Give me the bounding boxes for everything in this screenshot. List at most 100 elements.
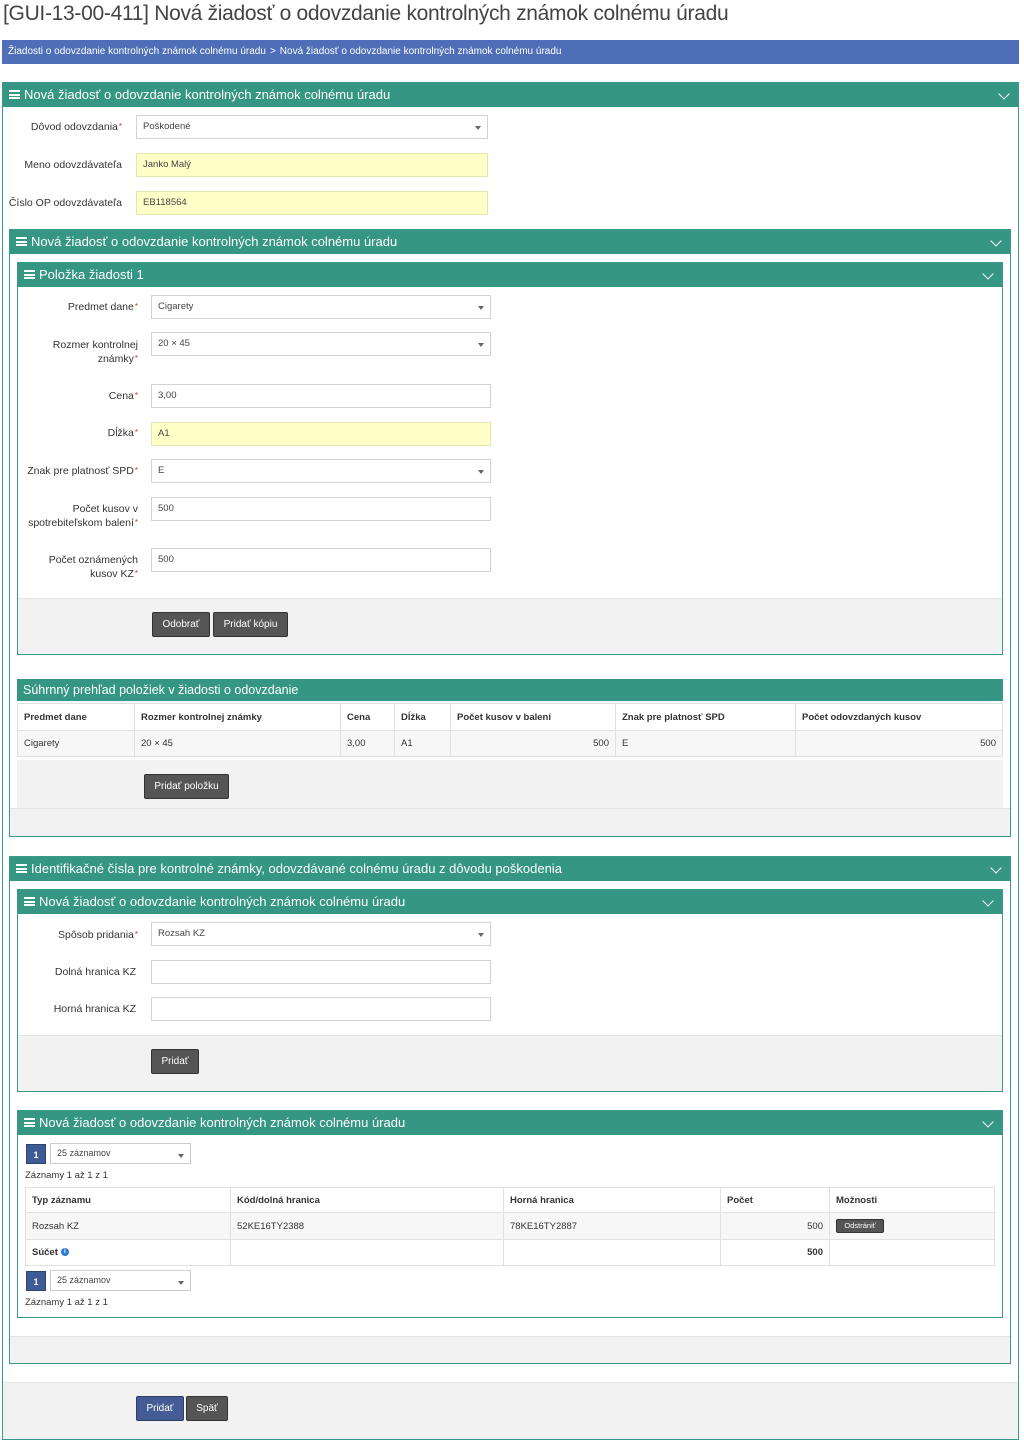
ids-cell-options: Odstrániť <box>829 1212 995 1240</box>
summary-cell: A1 <box>394 730 451 757</box>
announced-input[interactable]: 500 <box>151 548 491 572</box>
sum-value: 500 <box>720 1239 830 1266</box>
id-input[interactable]: EB118564 <box>136 191 488 215</box>
items-panel-title: Nová žiadosť o odovzdanie kontrolných zn… <box>31 234 398 249</box>
summary-col-handed: Počet odovzdaných kusov <box>795 703 1003 731</box>
add-item-button[interactable]: Pridať položku <box>144 774 229 799</box>
lower-bound-label: Dolná hranica KZ <box>54 966 136 978</box>
remove-item-button[interactable]: Odobrať <box>152 612 210 637</box>
page-size-select[interactable]: 25 záznamov <box>50 1143 191 1164</box>
summary-col-spd: Znak pre platnosť SPD <box>615 703 796 731</box>
summary-cell: 500 <box>450 730 616 757</box>
breadcrumb-current: Nová žiadosť o odovzdanie kontrolných zn… <box>279 46 562 57</box>
sum-cell: Súčet i <box>25 1239 231 1266</box>
pieces-input[interactable]: 500 <box>151 497 491 521</box>
records-info: Záznamy 1 až 1 z 1 <box>25 1170 108 1181</box>
main-panel-header[interactable]: Nová žiadosť o odovzdanie kontrolných zn… <box>3 83 1018 107</box>
info-icon[interactable]: i <box>60 1248 69 1257</box>
breadcrumb: Žiadosti o odovzdanie kontrolných známok… <box>2 40 1019 64</box>
chevron-down-icon[interactable] <box>998 88 1010 100</box>
upper-bound-input[interactable] <box>151 997 491 1021</box>
breadcrumb-separator: > <box>269 46 276 57</box>
ids-table: Typ záznamu Kód/dolná hranica Horná hran… <box>25 1187 995 1266</box>
page-size-select-bottom[interactable]: 25 záznamov <box>50 1270 191 1291</box>
menu-icon <box>9 90 20 100</box>
ids-panel-title: Identifikačné čísla pre kontrolné známky… <box>31 861 562 876</box>
ids-list-header[interactable]: Nová žiadosť o odovzdanie kontrolných zn… <box>18 1111 1002 1135</box>
pagination-page-1[interactable]: 1 <box>26 1144 46 1164</box>
subject-select[interactable]: Cigarety <box>151 295 491 319</box>
menu-icon <box>24 1118 35 1128</box>
ids-col-options: Možnosti <box>829 1187 995 1213</box>
chevron-down-icon[interactable] <box>982 895 994 907</box>
menu-icon <box>24 270 35 280</box>
summary-cell: Cigarety <box>17 730 135 757</box>
id-label: Číslo OP odovzdávateľa <box>8 197 122 209</box>
sum-row: Súčet i 500 <box>25 1239 995 1266</box>
price-input[interactable]: 3,00 <box>151 384 491 408</box>
summary-table: Predmet dane Rozmer kontrolnej známky Ce… <box>17 703 1003 757</box>
size-label: Rozmer kontrolnej známky* <box>52 339 138 365</box>
summary-title: Súhrnný prehľad položiek v žiadosti o od… <box>23 683 299 697</box>
ids-cell-type: Rozsah KZ <box>25 1212 231 1240</box>
submit-button[interactable]: Pridať <box>136 1396 184 1421</box>
price-label: Cena* <box>108 390 138 402</box>
chevron-down-icon[interactable] <box>990 862 1002 874</box>
table-row: Cigarety 20 × 45 3,00 A1 500 E 500 <box>17 730 1003 757</box>
name-input[interactable]: Janko Malý <box>136 153 488 177</box>
ids-col-upper: Horná hranica <box>503 1187 721 1213</box>
add-copy-button[interactable]: Pridať kópiu <box>213 612 288 637</box>
ids-cell-lower: 52KE16TY2388 <box>230 1212 504 1240</box>
sum-cell-empty <box>503 1239 721 1266</box>
length-input[interactable]: A1 <box>151 422 491 446</box>
summary-cell: 500 <box>795 730 1003 757</box>
lower-bound-input[interactable] <box>151 960 491 984</box>
method-select[interactable]: Rozsah KZ <box>151 922 491 946</box>
records-info-bottom: Záznamy 1 až 1 z 1 <box>25 1297 108 1308</box>
chevron-down-icon[interactable] <box>982 1116 994 1128</box>
summary-cell: 3,00 <box>340 730 395 757</box>
add-range-button[interactable]: Pridať <box>151 1049 199 1074</box>
announced-label: Počet oznámených kusov KZ* <box>48 554 138 580</box>
item-panel-title: Položka žiadosti 1 <box>39 267 144 282</box>
ids-col-count: Počet <box>720 1187 830 1213</box>
sum-cell-empty <box>230 1239 504 1266</box>
subject-label: Predmet dane* <box>67 301 138 313</box>
chevron-down-icon[interactable] <box>982 268 994 280</box>
menu-icon <box>16 864 27 874</box>
reason-label: Dôvod odovzdania* <box>30 121 122 133</box>
ids-cell-upper: 78KE16TY2887 <box>503 1212 721 1240</box>
delete-row-button[interactable]: Odstrániť <box>836 1219 884 1233</box>
menu-icon <box>24 897 35 907</box>
page-title: [GUI-13-00-411] Nová žiadosť o odovzdani… <box>3 2 729 25</box>
sum-cell-empty <box>829 1239 995 1266</box>
summary-col-size: Rozmer kontrolnej známky <box>134 703 341 731</box>
ids-panel-footer <box>10 1336 1010 1363</box>
method-label: Spôsob pridania* <box>57 929 138 941</box>
ids-cell-count: 500 <box>720 1212 830 1240</box>
ids-panel-header[interactable]: Identifikačné čísla pre kontrolné známky… <box>10 857 1010 881</box>
table-row: Rozsah KZ 52KE16TY2388 78KE16TY2887 500 … <box>25 1212 995 1240</box>
breadcrumb-link-list[interactable]: Žiadosti o odovzdanie kontrolných známok… <box>8 46 266 57</box>
spd-label: Znak pre platnosť SPD* <box>27 465 138 477</box>
ids-form-title: Nová žiadosť o odovzdanie kontrolných zn… <box>39 894 406 909</box>
summary-cell: 20 × 45 <box>134 730 341 757</box>
items-panel-footer <box>10 808 1010 836</box>
size-select[interactable]: 20 × 45 <box>151 332 491 356</box>
pieces-label: Počet kusov v spotrebiteľskom balení* <box>28 503 138 529</box>
reason-select[interactable]: Poškodené <box>136 115 488 139</box>
chevron-down-icon[interactable] <box>990 235 1002 247</box>
summary-col-subject: Predmet dane <box>17 703 135 731</box>
summary-col-pieces: Počet kusov v balení <box>450 703 616 731</box>
spd-select[interactable]: E <box>151 459 491 483</box>
pagination-page-1-bottom[interactable]: 1 <box>26 1271 46 1291</box>
name-label: Meno odovzdávateľa <box>24 159 122 171</box>
summary-col-price: Cena <box>340 703 395 731</box>
items-panel-header[interactable]: Nová žiadosť o odovzdanie kontrolných zn… <box>10 230 1010 254</box>
back-button[interactable]: Späť <box>186 1396 228 1421</box>
menu-icon <box>16 237 27 247</box>
ids-list-title: Nová žiadosť o odovzdanie kontrolných zn… <box>39 1115 406 1130</box>
summary-header: Súhrnný prehľad položiek v žiadosti o od… <box>17 679 1003 701</box>
item-panel-header[interactable]: Položka žiadosti 1 <box>18 263 1002 287</box>
ids-form-header[interactable]: Nová žiadosť o odovzdanie kontrolných zn… <box>18 890 1002 914</box>
